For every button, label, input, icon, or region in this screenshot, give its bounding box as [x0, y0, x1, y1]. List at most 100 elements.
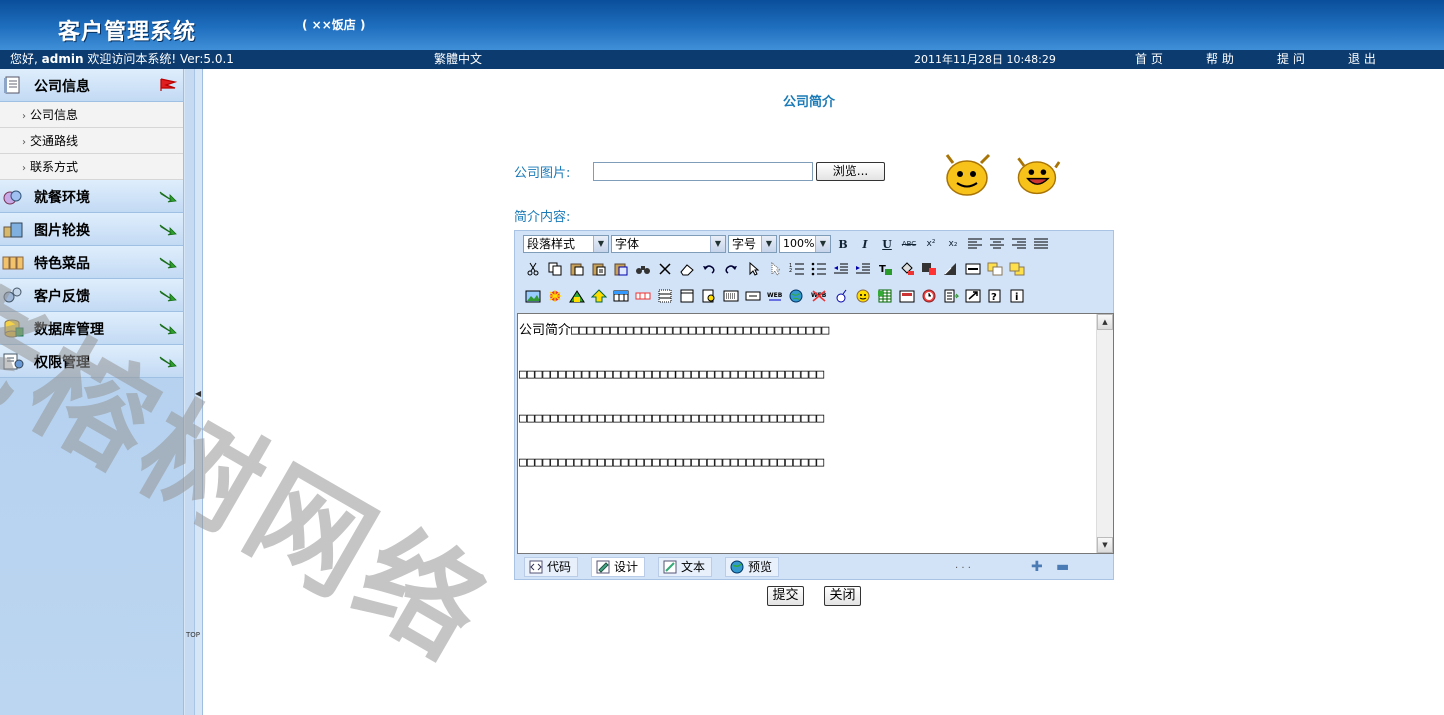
strikethrough-button[interactable]: ABC: [899, 234, 919, 254]
anchor-button[interactable]: [831, 286, 851, 306]
outdent-button[interactable]: [831, 259, 851, 279]
font-family-select[interactable]: 字体 ▼: [611, 235, 726, 253]
insert-column-button[interactable]: [655, 286, 675, 306]
underline-button[interactable]: U: [877, 234, 897, 254]
font-size-select[interactable]: 字号 ▼: [728, 235, 777, 253]
sidebar-item-label: 公司信息: [34, 79, 90, 95]
insert-row-button[interactable]: [633, 286, 653, 306]
tab-preview[interactable]: 预览: [725, 557, 780, 577]
horizontal-rule-button[interactable]: [963, 259, 983, 279]
company-photo-input[interactable]: [593, 162, 813, 181]
border-button[interactable]: [941, 259, 961, 279]
absolute-position-button[interactable]: [765, 259, 785, 279]
sidebar-item-company-info[interactable]: 公司信息: [0, 69, 183, 102]
submit-button[interactable]: 提交: [767, 586, 804, 606]
traditional-chinese-link[interactable]: 繁體中文: [434, 50, 482, 69]
delete-button[interactable]: [655, 259, 675, 279]
nav-help-link[interactable]: 帮 助: [1206, 50, 1234, 69]
nav-logout-link[interactable]: 退 出: [1348, 50, 1376, 69]
browse-button[interactable]: 浏览...: [816, 162, 885, 181]
insert-page-button[interactable]: [699, 286, 719, 306]
eraser-icon: [680, 264, 694, 276]
subscript-button[interactable]: x₂: [943, 234, 963, 254]
font-color-button[interactable]: T: [875, 259, 895, 279]
anchor-icon: [836, 289, 847, 303]
insert-file-button[interactable]: [589, 286, 609, 306]
green-arrow-icon: [159, 290, 177, 302]
remove-link-button[interactable]: WEB: [809, 286, 829, 306]
block-color-button[interactable]: [919, 259, 939, 279]
close-button[interactable]: 关闭: [824, 586, 861, 606]
editor-scrollbar[interactable]: ▲ ▼: [1096, 314, 1113, 553]
sidebar-item-customer-feedback[interactable]: 客户反馈: [0, 279, 183, 312]
svg-text:i: i: [1015, 292, 1018, 303]
editor-content-area[interactable]: 公司简介□□□□□□□□□□□□□□□□□□□□□□□□□□□□□□□□□ □□…: [517, 313, 1114, 554]
tab-text[interactable]: 文本: [658, 557, 713, 577]
insert-marquee-button[interactable]: [721, 286, 741, 306]
sidebar-item-database-management[interactable]: 数据库管理: [0, 312, 183, 345]
undo-button[interactable]: [699, 259, 719, 279]
unordered-list-button[interactable]: [809, 259, 829, 279]
sidebar-splitter[interactable]: ◀ TOP: [183, 69, 203, 715]
indent-button[interactable]: [853, 259, 873, 279]
zoom-out-icon[interactable]: ▬: [1056, 559, 1069, 575]
sidebar-item-permission-management[interactable]: 权限管理: [0, 345, 183, 378]
maximize-button[interactable]: [963, 286, 983, 306]
scroll-down-icon[interactable]: ▼: [1097, 537, 1113, 553]
select-button[interactable]: [743, 259, 763, 279]
sidebar-item-featured-dishes[interactable]: 特色菜品: [0, 246, 183, 279]
chevron-down-icon: ▼: [815, 236, 830, 252]
insert-frame-button[interactable]: [677, 286, 697, 306]
nav-ask-link[interactable]: 提 问: [1277, 50, 1305, 69]
tab-code[interactable]: 代码: [524, 557, 579, 577]
align-left-button[interactable]: [965, 234, 985, 254]
date-icon: [899, 290, 915, 303]
collapse-sidebar-icon[interactable]: ◀: [195, 389, 201, 398]
bold-button[interactable]: B: [833, 234, 853, 254]
find-button[interactable]: [633, 259, 653, 279]
paste-button[interactable]: [567, 259, 587, 279]
ordered-list-button[interactable]: 12: [787, 259, 807, 279]
insert-excel-button[interactable]: [875, 286, 895, 306]
italic-button[interactable]: I: [855, 234, 875, 254]
emoticon-button[interactable]: [853, 286, 873, 306]
scroll-up-icon[interactable]: ▲: [1097, 314, 1113, 330]
info-bar: 您好, admin 欢迎访问本系统! Ver:5.0.1 繁體中文 2011年1…: [0, 50, 1444, 69]
zoom-select[interactable]: 100% ▼: [779, 235, 831, 253]
insert-date-button[interactable]: [897, 286, 917, 306]
insert-special-button[interactable]: [743, 286, 763, 306]
help-button[interactable]: ?: [985, 286, 1005, 306]
eraser-button[interactable]: [677, 259, 697, 279]
align-right-button[interactable]: [1009, 234, 1029, 254]
cut-button[interactable]: [523, 259, 543, 279]
insert-hyperlink-button[interactable]: [787, 286, 807, 306]
sidebar-item-dining-environment[interactable]: 就餐环境: [0, 180, 183, 213]
insert-link-button[interactable]: WEB: [765, 286, 785, 306]
paste-text-button[interactable]: [589, 259, 609, 279]
insert-image-button[interactable]: [523, 286, 543, 306]
nav-home-link[interactable]: 首 页: [1135, 50, 1163, 69]
insert-time-button[interactable]: [919, 286, 939, 306]
tab-design[interactable]: 设计: [591, 557, 646, 577]
paste-word-button[interactable]: [611, 259, 631, 279]
submenu-item-traffic-route[interactable]: › 交通路线: [0, 128, 183, 154]
about-button[interactable]: i: [1007, 286, 1027, 306]
insert-table-button[interactable]: [611, 286, 631, 306]
justify-button[interactable]: [1031, 234, 1051, 254]
send-backward-button[interactable]: [1007, 259, 1027, 279]
bring-forward-button[interactable]: [985, 259, 1005, 279]
paragraph-style-select[interactable]: 段落样式 ▼: [523, 235, 609, 253]
submenu-item-contact[interactable]: › 联系方式: [0, 154, 183, 180]
redo-button[interactable]: [721, 259, 741, 279]
zoom-in-icon[interactable]: ✚: [1031, 559, 1043, 575]
submenu-item-company-info[interactable]: › 公司信息: [0, 102, 183, 128]
sidebar-item-picture-rotation[interactable]: 图片轮换: [0, 213, 183, 246]
insert-media-button[interactable]: [567, 286, 587, 306]
insert-code-button[interactable]: [941, 286, 961, 306]
insert-flash-button[interactable]: [545, 286, 565, 306]
superscript-button[interactable]: x²: [921, 234, 941, 254]
copy-button[interactable]: [545, 259, 565, 279]
back-to-top-link[interactable]: TOP: [186, 631, 200, 639]
background-color-button[interactable]: [897, 259, 917, 279]
align-center-button[interactable]: [987, 234, 1007, 254]
